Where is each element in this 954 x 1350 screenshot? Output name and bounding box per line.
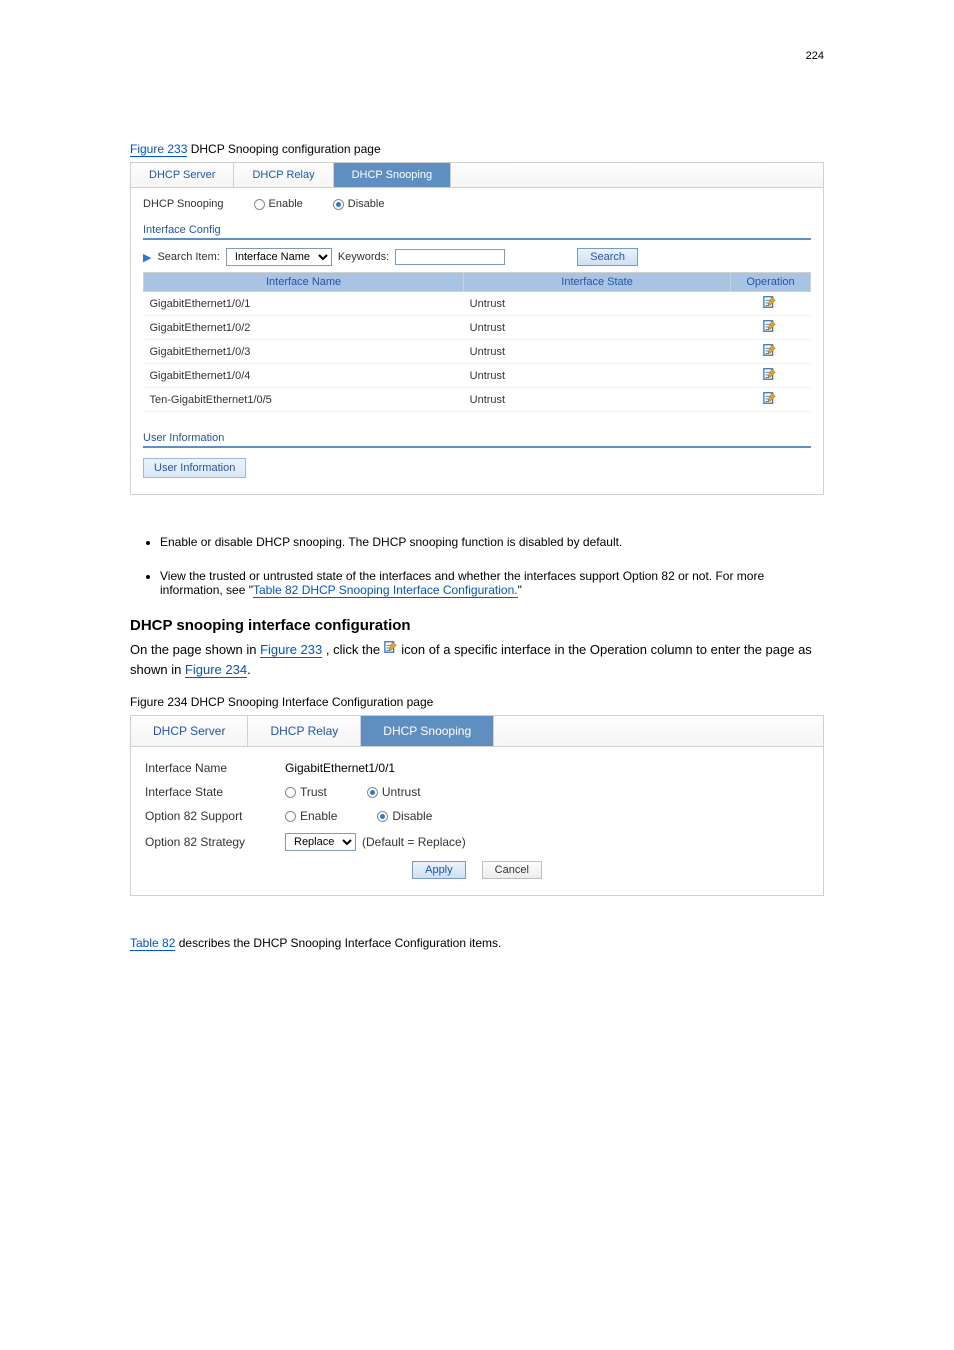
cell-operation [730, 388, 810, 412]
keywords-label: Keywords: [338, 251, 389, 263]
trust-label: Trust [300, 785, 327, 799]
opt82-strategy-hint: (Default = Replace) [362, 835, 466, 849]
cell-interface-name: GigabitEthernet1/0/1 [144, 292, 464, 316]
interface-name-value: GigabitEthernet1/0/1 [285, 761, 395, 775]
operation-word: Operation [590, 642, 647, 657]
radio-icon [254, 199, 265, 210]
radio-icon [333, 199, 344, 210]
search-item-select[interactable]: Interface Name [226, 248, 332, 266]
table-82-paragraph: Table 82 describes the DHCP Snooping Int… [130, 936, 824, 950]
cell-interface-state: Untrust [464, 316, 731, 340]
table-row: GigabitEthernet1/0/3Untrust [144, 340, 811, 364]
tab-dhcp-snooping[interactable]: DHCP Snooping [334, 163, 452, 187]
col-interface-name: Interface Name [144, 273, 464, 292]
col-operation: Operation [730, 273, 810, 292]
edit-icon[interactable] [763, 367, 777, 381]
edit-icon [384, 640, 398, 654]
radio-icon [367, 787, 378, 798]
cell-operation [730, 292, 810, 316]
user-info-button[interactable]: User Information [143, 458, 246, 478]
disable-radio[interactable]: Disable [333, 198, 385, 210]
radio-icon [377, 811, 388, 822]
figure-233-link[interactable]: Figure 233 [130, 142, 187, 157]
figure-234-ref-link[interactable]: Figure 234 [185, 662, 247, 678]
cell-interface-name: Ten-GigabitEthernet1/0/5 [144, 388, 464, 412]
interface-config-heading: DHCP snooping interface configuration [130, 617, 824, 634]
untrust-radio[interactable]: Untrust [367, 785, 421, 799]
opt82-support-label: Option 82 Support [145, 809, 285, 823]
interface-config-panel: DHCP Server DHCP Relay DHCP Snooping Int… [130, 715, 824, 896]
figure-234-caption: DHCP Snooping Interface Configuration pa… [191, 695, 434, 709]
untrust-label: Untrust [382, 785, 421, 799]
list-item: Enable or disable DHCP snooping. The DHC… [160, 535, 824, 549]
cell-interface-name: GigabitEthernet1/0/4 [144, 364, 464, 388]
search-button[interactable]: Search [577, 248, 638, 266]
table-row: GigabitEthernet1/0/4Untrust [144, 364, 811, 388]
radio-icon [285, 787, 296, 798]
edit-icon[interactable] [763, 295, 777, 309]
edit-icon[interactable] [763, 319, 777, 333]
cell-interface-state: Untrust [464, 340, 731, 364]
cell-interface-state: Untrust [464, 292, 731, 316]
edit-icon[interactable] [763, 391, 777, 405]
interface-table: Interface Name Interface State Operation… [143, 272, 811, 412]
opt82-disable-label: Disable [392, 809, 432, 823]
opt82-disable-radio[interactable]: Disable [377, 809, 432, 823]
figure-233-caption: DHCP Snooping configuration page [191, 142, 381, 156]
cell-interface-state: Untrust [464, 364, 731, 388]
cancel-button[interactable]: Cancel [482, 861, 542, 879]
tab-bar-2: DHCP Server DHCP Relay DHCP Snooping [130, 715, 824, 747]
radio-icon [285, 811, 296, 822]
enable-radio[interactable]: Enable [254, 198, 303, 210]
tab-dhcp-server[interactable]: DHCP Server [131, 163, 234, 187]
cell-operation [730, 316, 810, 340]
arrow-icon: ▶ [143, 251, 151, 264]
trust-radio[interactable]: Trust [285, 785, 327, 799]
figure-233-ref-link[interactable]: Figure 233 [260, 642, 322, 658]
dhcp-snooping-panel: DHCP Server DHCP Relay DHCP Snooping DHC… [130, 162, 824, 495]
table-row: Ten-GigabitEthernet1/0/5Untrust [144, 388, 811, 412]
keywords-input[interactable] [395, 249, 505, 265]
cell-operation [730, 340, 810, 364]
list-item: View the trusted or untrusted state of t… [160, 569, 824, 597]
user-info-title: User Information [143, 432, 811, 448]
bullet-list: Enable or disable DHCP snooping. The DHC… [130, 535, 824, 597]
interface-config-title: Interface Config [143, 224, 811, 240]
interface-state-label: Interface State [145, 785, 285, 799]
page-number: 224 [0, 50, 954, 62]
interface-config-paragraph: On the page shown in Figure 233 , click … [130, 640, 824, 679]
cell-operation [730, 364, 810, 388]
dhcp-snooping-label: DHCP Snooping [143, 198, 224, 210]
col-interface-state: Interface State [464, 273, 731, 292]
tab-bar: DHCP Server DHCP Relay DHCP Snooping [130, 162, 824, 187]
figure-234-label: Figure 234 DHCP Snooping Interface Confi… [130, 695, 824, 709]
opt82-enable-radio[interactable]: Enable [285, 809, 337, 823]
search-item-label: Search Item: [157, 251, 219, 263]
table-row: GigabitEthernet1/0/2Untrust [144, 316, 811, 340]
opt82-strategy-label: Option 82 Strategy [145, 835, 285, 849]
opt82-enable-label: Enable [300, 809, 337, 823]
enable-label: Enable [269, 198, 303, 210]
cell-interface-name: GigabitEthernet1/0/3 [144, 340, 464, 364]
cell-interface-state: Untrust [464, 388, 731, 412]
table-82-link[interactable]: Table 82 [130, 936, 175, 951]
tab-dhcp-server-2[interactable]: DHCP Server [131, 716, 248, 746]
interface-name-label: Interface Name [145, 761, 285, 775]
apply-button[interactable]: Apply [412, 861, 466, 879]
disable-label: Disable [348, 198, 385, 210]
figure-234-prefix: Figure 234 [130, 695, 187, 709]
tab-dhcp-relay[interactable]: DHCP Relay [234, 163, 333, 187]
tab-dhcp-relay-2[interactable]: DHCP Relay [248, 716, 361, 746]
tab-dhcp-snooping-2[interactable]: DHCP Snooping [361, 716, 494, 746]
opt82-strategy-select[interactable]: Replace [285, 833, 356, 851]
edit-icon[interactable] [763, 343, 777, 357]
table-row: GigabitEthernet1/0/1Untrust [144, 292, 811, 316]
table-82-link-inline[interactable]: Table 82 DHCP Snooping Interface Configu… [253, 583, 518, 598]
search-row: ▶ Search Item: Interface Name Keywords: … [143, 246, 811, 266]
cell-interface-name: GigabitEthernet1/0/2 [144, 316, 464, 340]
figure-233-label: Figure 233 DHCP Snooping configuration p… [130, 142, 824, 156]
